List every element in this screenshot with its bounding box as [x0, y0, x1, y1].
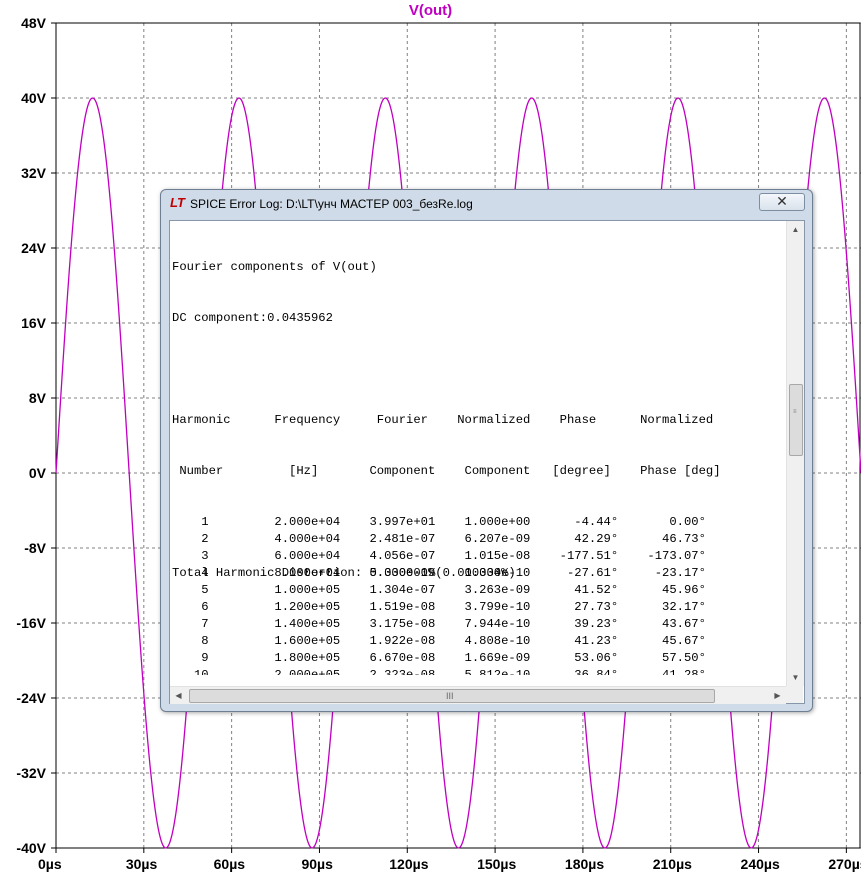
harmonic-table: 1 2.000e+04 3.997e+01 1.000e+00 -4.44° 0…	[172, 514, 784, 675]
scroll-right-arrow-icon[interactable]: ▶	[769, 687, 786, 704]
horizontal-scroll-thumb[interactable]: III	[189, 689, 715, 703]
y-tick-label: 16V	[21, 315, 46, 331]
y-tick-label: 40V	[21, 90, 46, 106]
column-header-row-2: Number [Hz] Component Component [degree]…	[172, 464, 721, 478]
x-tick-label: 30µs	[125, 856, 158, 872]
window-title: SPICE Error Log: D:\LT\унч МАСТЕР 003_бе…	[190, 197, 473, 211]
dc-component-line: DC component:0.0435962	[172, 311, 333, 325]
harmonic-row: 7 1.400e+05 3.175e-08 7.944e-10 39.23° 4…	[172, 617, 706, 631]
x-tick-label: 120µs	[389, 856, 429, 872]
y-tick-label: -24V	[16, 690, 46, 706]
x-tick-label: 90µs	[301, 856, 333, 872]
trace-title[interactable]: V(out)	[0, 2, 861, 19]
y-tick-label: 48V	[21, 15, 46, 31]
x-tick-label: 240µs	[740, 856, 780, 872]
log-text[interactable]: Fourier components of V(out) DC componen…	[172, 225, 784, 675]
y-tick-label: -16V	[16, 615, 46, 631]
scroll-left-arrow-icon[interactable]: ◀	[170, 687, 187, 704]
x-tick-label: 210µs	[652, 856, 692, 872]
y-tick-label: -8V	[24, 540, 46, 556]
ltspice-logo-icon: LT	[170, 195, 185, 210]
vertical-scroll-thumb[interactable]: ≡	[789, 384, 803, 456]
scroll-down-arrow-icon[interactable]: ▼	[787, 669, 804, 686]
log-content-area[interactable]: Fourier components of V(out) DC componen…	[169, 220, 805, 704]
x-tick-label: 150µs	[477, 856, 517, 872]
harmonic-row: 8 1.600e+05 1.922e-08 4.808e-10 41.23° 4…	[172, 634, 706, 648]
x-tick-label: 60µs	[213, 856, 246, 872]
x-tick-label: 180µs	[564, 856, 605, 872]
x-tick-label: 0µs	[38, 856, 62, 872]
y-tick-label: 24V	[21, 240, 46, 256]
column-header-row-1: Harmonic Frequency Fourier Normalized Ph…	[172, 413, 714, 427]
spice-error-log-window[interactable]: LT SPICE Error Log: D:\LT\унч МАСТЕР 003…	[160, 189, 813, 712]
log-header: Fourier components of V(out)	[172, 260, 377, 274]
scroll-grip-icon: ≡	[793, 409, 797, 415]
close-button[interactable]: ✕	[759, 193, 805, 211]
harmonic-row: 10 2.000e+05 2.323e-08 5.812e-10 36.84° …	[172, 668, 706, 675]
scrollbar-corner	[786, 686, 803, 703]
scroll-grip-icon: III	[446, 691, 454, 701]
scroll-up-arrow-icon[interactable]: ▲	[787, 221, 804, 238]
window-titlebar[interactable]: LT SPICE Error Log: D:\LT\унч МАСТЕР 003…	[161, 190, 812, 218]
y-tick-label: -40V	[16, 840, 46, 856]
y-tick-label: -32V	[16, 765, 46, 781]
harmonic-row: 3 6.000e+04 4.056e-07 1.015e-08 -177.51°…	[172, 549, 706, 563]
y-tick-label: 8V	[28, 390, 46, 406]
vertical-scrollbar[interactable]: ▲ ≡ ▼	[786, 221, 804, 686]
x-tick-label: 270µs	[828, 856, 861, 872]
harmonic-row: 6 1.200e+05 1.519e-08 3.799e-10 27.73° 3…	[172, 600, 706, 614]
y-tick-label: 0V	[28, 465, 46, 481]
harmonic-row: 5 1.000e+05 1.304e-07 3.263e-09 41.52° 4…	[172, 583, 706, 597]
horizontal-scrollbar[interactable]: ◀ III ▶	[170, 686, 786, 704]
harmonic-row: 2 4.000e+04 2.481e-07 6.207e-09 42.29° 4…	[172, 532, 706, 546]
close-icon: ✕	[776, 193, 788, 209]
harmonic-row: 1 2.000e+04 3.997e+01 1.000e+00 -4.44° 0…	[172, 515, 706, 529]
y-tick-label: 32V	[21, 165, 46, 181]
harmonic-row: 9 1.800e+05 6.670e-08 1.669e-09 53.06° 5…	[172, 651, 706, 665]
